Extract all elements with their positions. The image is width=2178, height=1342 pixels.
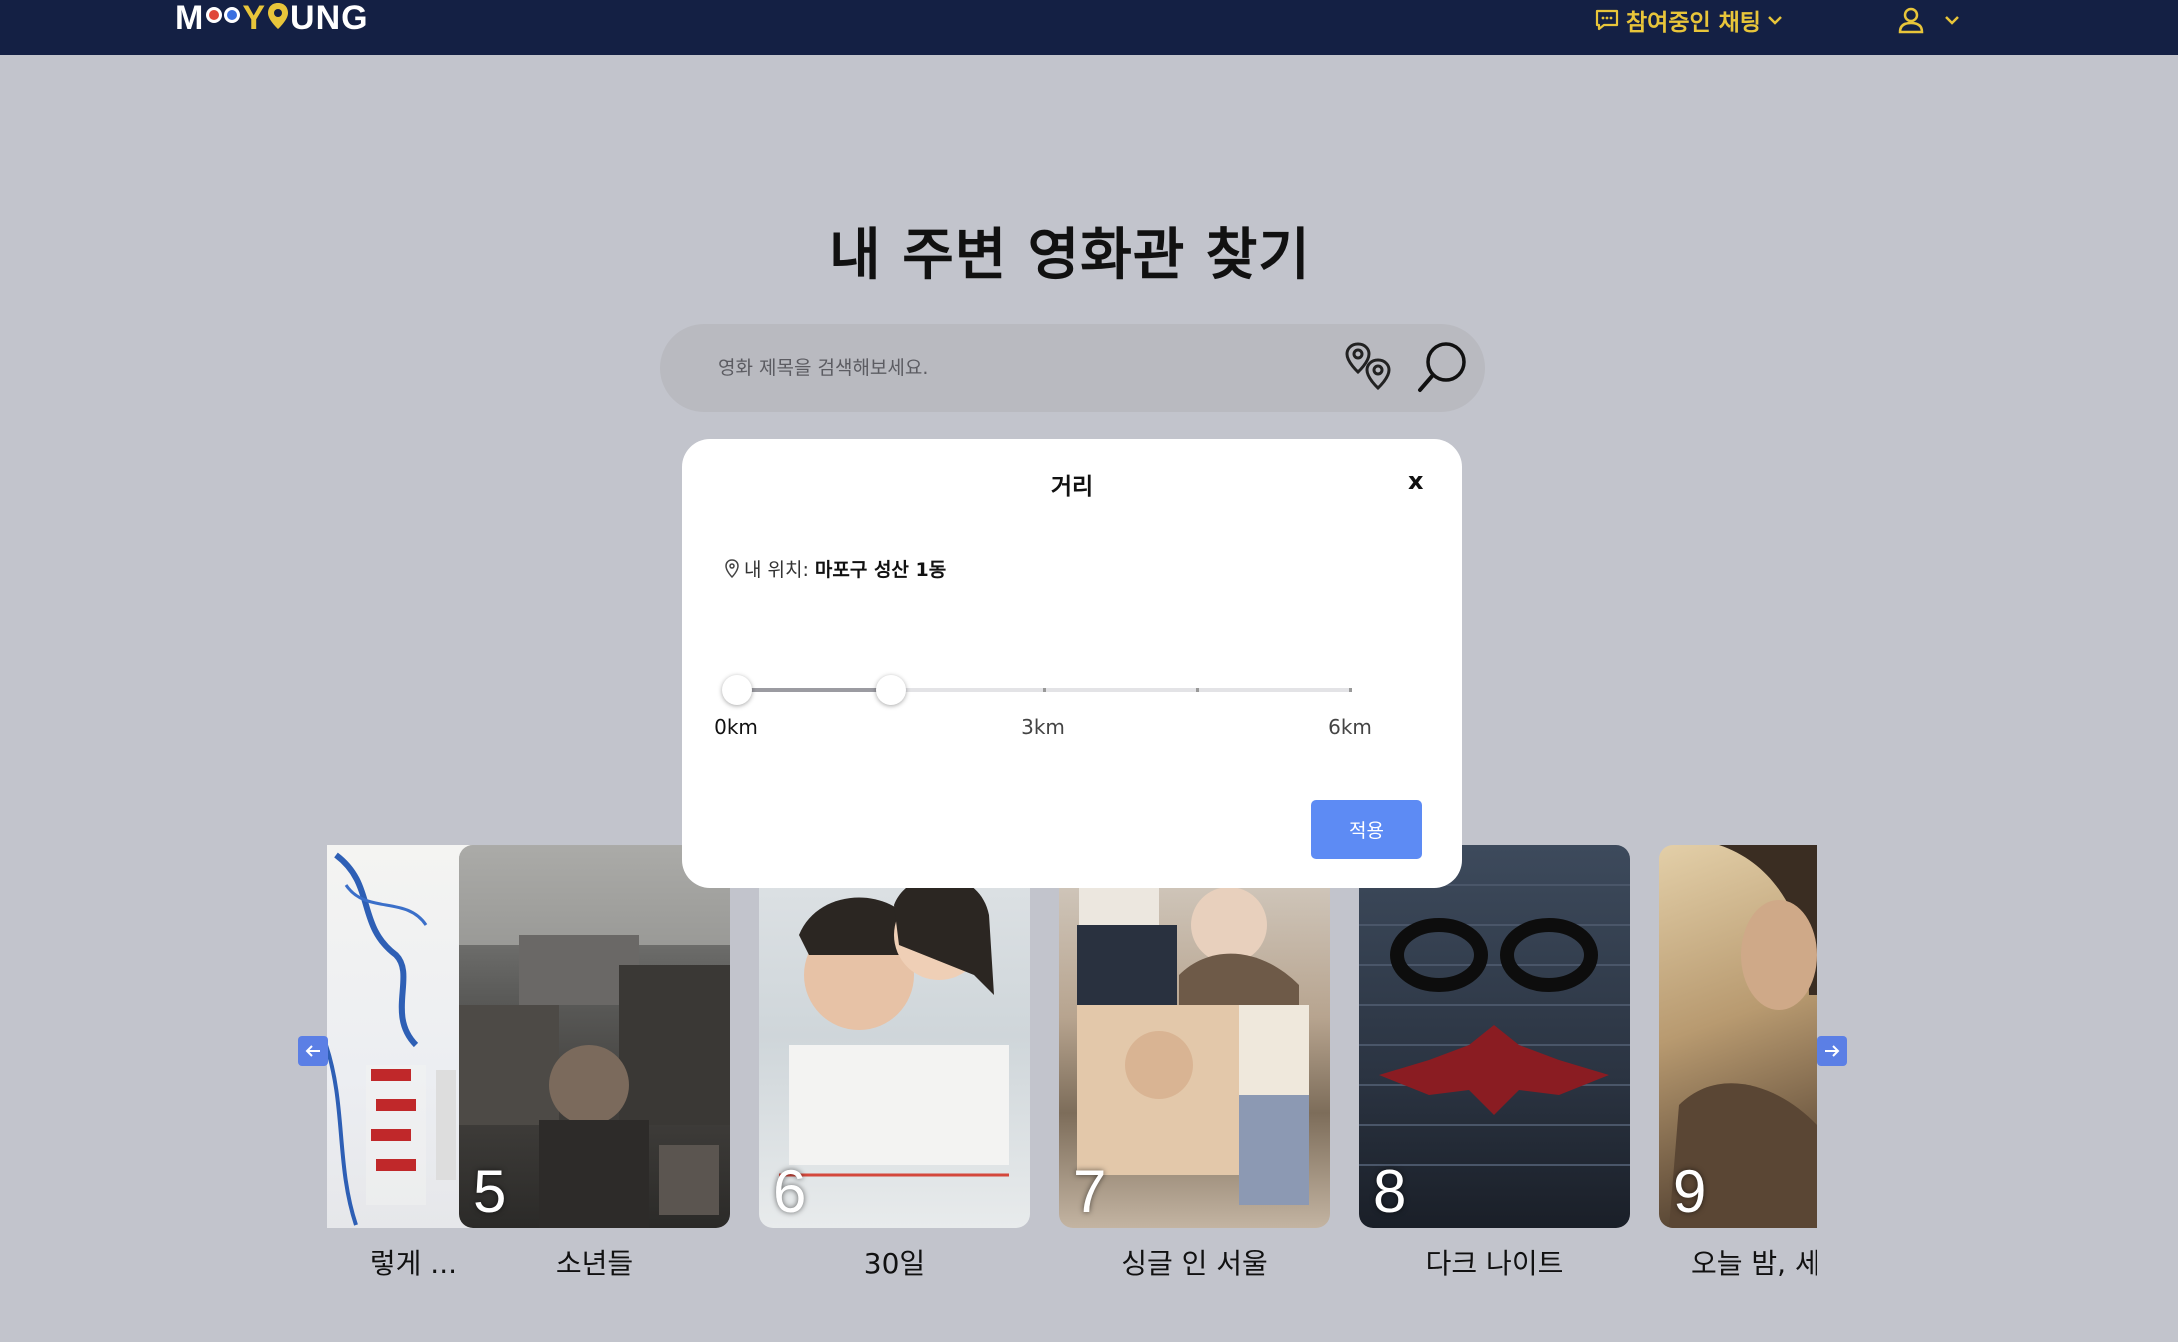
search-bar [660,324,1485,412]
movie-rank: 9 [1673,1158,1707,1225]
location-filter-button[interactable] [1340,338,1400,398]
chevron-down-icon [1768,16,1782,25]
movie-title: 30일 [863,1247,926,1280]
my-location: 내 위치: 마포구 성산 1동 [724,555,946,582]
movie-poster[interactable]: 9 [1659,845,1817,1228]
distance-slider-min-thumb[interactable] [722,675,752,705]
movie-poster[interactable]: 6 [759,845,1030,1228]
slider-tick-label: 0km [714,715,758,739]
arrow-left-icon [305,1045,320,1057]
movie-card[interactable]: 6 30일 [759,845,1030,1282]
distance-modal: 거리 x 내 위치: 마포구 성산 1동 0km 3km 6km 적용 [682,439,1462,888]
movie-rank: 6 [773,1158,807,1225]
user-icon [1898,7,1924,34]
my-location-value: 마포구 성산 1동 [814,559,947,581]
modal-title: 거리 [1050,474,1094,500]
distance-slider-fill [737,688,891,692]
slider-tick-label: 6km [1328,715,1372,739]
movie-title: 소년들 [555,1247,634,1280]
movie-title: 다크 나이트 [1425,1247,1564,1280]
logo-mid: Y [242,0,267,37]
search-input[interactable] [718,324,1318,412]
distance-slider-thumb[interactable] [875,675,906,705]
search-icon [1418,342,1466,392]
top-navigation-bar: M Y UNG 참여중인 채팅 [0,0,2178,55]
slider-tick-label: 3km [1021,715,1065,739]
slider-step-dot [1196,688,1199,692]
movie-poster[interactable]: 7 [1059,845,1330,1228]
movie-carousel: 렇게 ... 5 소년들 6 30일 7 싱글 인 서울 8 다크 나이트 9 [327,845,1817,1285]
my-location-label: 내 위치: [744,559,809,581]
joined-chats-label: 참여중인 채팅 [1626,10,1761,36]
carousel-prev-button[interactable] [298,1036,328,1066]
map-pins-icon [1345,342,1391,391]
movie-card[interactable]: 5 소년들 [459,845,730,1282]
location-pin-icon [725,558,739,578]
chevron-down-icon [1945,16,1959,25]
movie-poster[interactable]: 5 [459,845,730,1228]
page-title: 내 주변 영화관 찾기 [829,223,1311,288]
movie-card[interactable]: 7 싱글 인 서울 [1059,845,1330,1282]
logo-prefix: M [175,0,205,37]
movie-card[interactable]: 8 다크 나이트 [1359,845,1630,1282]
slider-step-dot [1349,688,1352,692]
logo[interactable]: M Y UNG [175,0,369,36]
movie-title: 싱글 인 서울 [1121,1247,1268,1280]
slider-step-dot [1043,688,1046,692]
close-button[interactable]: x [1408,467,1423,495]
distance-slider-track[interactable] [737,688,1352,692]
movie-card[interactable]: 9 오늘 밤, 세 [1659,845,1817,1282]
logo-suffix: UNG [290,0,369,37]
user-menu[interactable] [1896,2,1960,38]
logo-pin-icon [268,3,289,29]
logo-glasses-icon [206,7,241,23]
apply-button[interactable]: 적용 [1311,800,1422,859]
movie-rank: 8 [1373,1158,1407,1225]
movie-rank: 5 [473,1158,507,1225]
chat-bubble-icon [1595,9,1619,31]
carousel-next-button[interactable] [1817,1036,1847,1066]
movie-rank: 7 [1073,1158,1107,1225]
arrow-right-icon [1825,1045,1840,1057]
movie-poster[interactable]: 8 [1359,845,1630,1228]
search-button[interactable] [1412,338,1472,398]
movie-title: 오늘 밤, 세 [1691,1247,1817,1280]
joined-chats-menu[interactable]: 참여중인 채팅 [1594,2,1783,38]
